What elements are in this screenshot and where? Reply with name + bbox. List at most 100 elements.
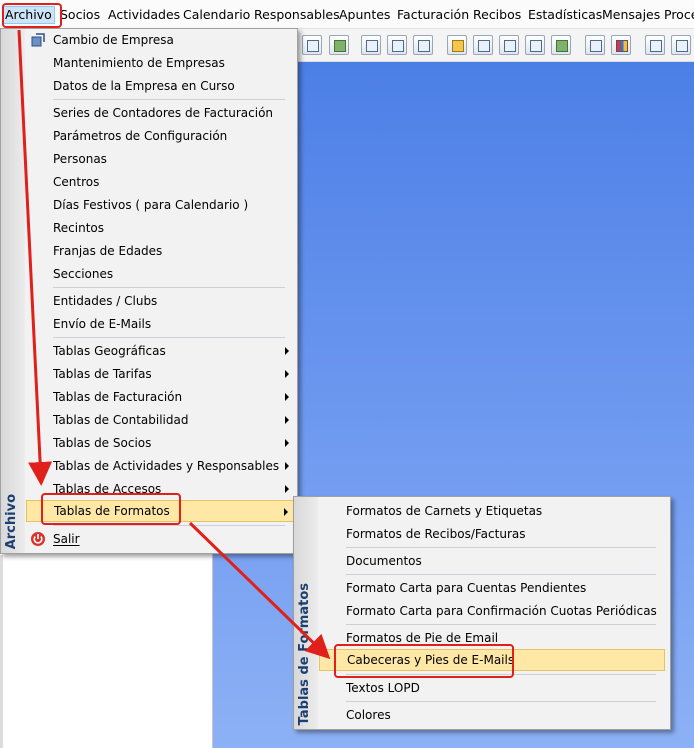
menu-item-label: Tablas de Contabilidad: [53, 413, 189, 427]
menu-facturacion[interactable]: Facturación: [397, 7, 469, 23]
menu-procesos[interactable]: Proce: [664, 7, 694, 23]
menu-item-label: Series de Contadores de Facturación: [53, 106, 274, 120]
copy-icon[interactable]: [671, 35, 691, 55]
menu-item-label: Formatos de Carnets y Etiquetas: [346, 504, 543, 518]
menu-item-series-contadores[interactable]: Series de Contadores de Facturación: [26, 102, 295, 124]
menu-item-entidades[interactable]: Entidades / Clubs: [26, 290, 295, 312]
menu-item-label: Entidades / Clubs: [53, 294, 158, 308]
menu-item-label: Textos LOPD: [346, 681, 420, 695]
submenu-item-carta-cuentas-pendientes[interactable]: Formato Carta para Cuentas Pendientes: [319, 577, 668, 599]
menu-item-tablas-socios[interactable]: Tablas de Socios: [26, 432, 295, 454]
menu-item-recintos[interactable]: Recintos: [26, 217, 295, 239]
print-icon[interactable]: [473, 35, 493, 55]
menu-item-label: Mantenimiento de Empresas: [53, 56, 225, 70]
menu-item-cambio-empresa[interactable]: Cambio de Empresa: [26, 29, 295, 51]
menu-estadisticas[interactable]: Estadísticas: [528, 7, 602, 23]
menu-item-centros[interactable]: Centros: [26, 171, 295, 193]
menu-item-label: Envío de E-Mails: [53, 317, 152, 331]
menu-item-label: Personas: [53, 152, 107, 166]
menu-item-label: Salir: [53, 532, 80, 546]
menu-item-tablas-geograficas[interactable]: Tablas Geográficas: [26, 340, 295, 362]
preview-icon[interactable]: [645, 35, 665, 55]
menu-item-salir[interactable]: Salir: [26, 528, 295, 550]
menu-separator: [53, 525, 285, 526]
menu-separator: [53, 287, 285, 288]
menu-item-label: Formato Carta para Confirmación Cuotas P…: [346, 604, 657, 618]
menu-item-label: Cambio de Empresa: [53, 33, 174, 47]
menu-item-label: Formato Carta para Cuentas Pendientes: [346, 581, 587, 595]
download-icon[interactable]: [413, 35, 433, 55]
table-icon[interactable]: [447, 35, 467, 55]
menu-item-label: Secciones: [53, 267, 114, 281]
menu-item-label: Tablas de Facturación: [53, 390, 183, 404]
menu-item-label: Datos de la Empresa en Curso: [53, 79, 235, 93]
power-icon: [31, 532, 45, 546]
check-doc-icon[interactable]: [551, 35, 571, 55]
person-icon[interactable]: [329, 35, 349, 55]
search-doc-icon[interactable]: [585, 35, 605, 55]
toolbar: [298, 29, 694, 62]
archivo-sidebar-label: Archivo: [4, 493, 19, 549]
submenu-arrow-icon: [285, 485, 289, 493]
calendar-icon[interactable]: [302, 35, 322, 55]
menu-item-tablas-actividades[interactable]: Tablas de Actividades y Responsables: [26, 455, 295, 477]
menu-item-personas[interactable]: Personas: [26, 148, 295, 170]
submenu-item-carta-confirmacion-cuotas[interactable]: Formato Carta para Confirmación Cuotas P…: [319, 600, 668, 622]
left-strip: [0, 555, 3, 748]
submenu-item-formatos-recibos[interactable]: Formatos de Recibos/Facturas: [319, 523, 668, 545]
menu-socios[interactable]: Socios: [60, 7, 100, 23]
menu-item-datos-empresa[interactable]: Datos de la Empresa en Curso: [26, 75, 295, 97]
report-icon[interactable]: [525, 35, 545, 55]
menu-apuntes[interactable]: Apuntes: [339, 7, 390, 23]
menu-item-label: Parámetros de Configuración: [53, 129, 228, 143]
submenu-arrow-icon: [285, 393, 289, 401]
submenu-item-colores[interactable]: Colores: [319, 704, 668, 726]
menu-item-envio-emails[interactable]: Envío de E-Mails: [26, 313, 295, 335]
menu-item-franjas-edades[interactable]: Franjas de Edades: [26, 240, 295, 262]
menu-item-mantenimiento-empresas[interactable]: Mantenimiento de Empresas: [26, 52, 295, 74]
tablas-formatos-submenu: Tablas de Formatos Formatos de Carnets y…: [293, 496, 671, 730]
archivo-menu-sidebar: Archivo: [1, 29, 25, 553]
menu-item-dias-festivos[interactable]: Días Festivos ( para Calendario ): [26, 194, 295, 216]
document-icon[interactable]: [361, 35, 381, 55]
page-icon[interactable]: [499, 35, 519, 55]
menu-item-label: Recintos: [53, 221, 105, 235]
change-company-icon: [31, 33, 45, 47]
submenu-arrow-icon: [285, 462, 289, 470]
menu-recibos[interactable]: Recibos: [473, 7, 521, 23]
formatos-menu-sidebar: Tablas de Formatos: [294, 497, 318, 729]
submenu-arrow-icon: [285, 347, 289, 355]
menu-responsables[interactable]: Responsables: [254, 7, 340, 23]
menu-separator: [53, 337, 285, 338]
bar-chart-icon[interactable]: [611, 35, 631, 55]
menu-actividades[interactable]: Actividades: [108, 7, 180, 23]
submenu-arrow-icon: [285, 439, 289, 447]
submenu-item-formatos-carnets[interactable]: Formatos de Carnets y Etiquetas: [319, 500, 668, 522]
menu-mensajes[interactable]: Mensajes: [602, 7, 660, 23]
menu-separator: [53, 99, 285, 100]
menu-item-tablas-facturacion[interactable]: Tablas de Facturación: [26, 386, 295, 408]
menu-separator: [346, 701, 656, 702]
menu-calendario[interactable]: Calendario: [183, 7, 250, 23]
menu-separator: [346, 574, 656, 575]
menu-item-label: Tablas de Actividades y Responsables: [53, 459, 280, 473]
menu-item-tablas-contabilidad[interactable]: Tablas de Contabilidad: [26, 409, 295, 431]
menu-separator: [346, 624, 656, 625]
submenu-arrow-icon: [285, 370, 289, 378]
list-icon[interactable]: [387, 35, 407, 55]
annotation-box-cabeceras: [334, 644, 514, 678]
formatos-sidebar-label: Tablas de Formatos: [297, 582, 312, 725]
annotation-box-tablas-formatos: [41, 493, 181, 525]
menu-item-tablas-tarifas[interactable]: Tablas de Tarifas: [26, 363, 295, 385]
menu-item-label: Formatos de Recibos/Facturas: [346, 527, 526, 541]
menu-item-parametros[interactable]: Parámetros de Configuración: [26, 125, 295, 147]
submenu-item-documentos[interactable]: Documentos: [319, 550, 668, 572]
menu-bar: Archivo Socios Actividades Calendario Re…: [0, 0, 694, 29]
submenu-item-textos-lopd[interactable]: Textos LOPD: [319, 677, 668, 699]
menu-item-label: Formatos de Pie de Email: [346, 631, 499, 645]
menu-item-label: Días Festivos ( para Calendario ): [53, 198, 249, 212]
submenu-arrow-icon: [284, 508, 288, 516]
annotation-box-archivo: [2, 3, 62, 28]
menu-item-secciones[interactable]: Secciones: [26, 263, 295, 285]
menu-item-label: Centros: [53, 175, 100, 189]
